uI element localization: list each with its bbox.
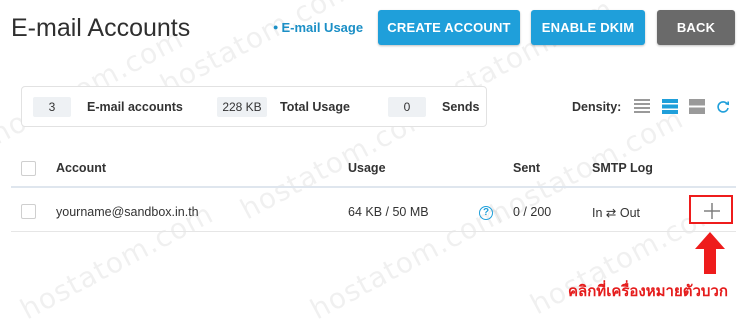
column-account[interactable]: Account [56,161,106,175]
usage-value: 228 KB [217,97,267,117]
density-compact-icon[interactable] [634,99,650,114]
up-arrow-icon [695,232,725,274]
column-smtp-log[interactable]: SMTP Log [592,161,653,175]
density-normal-icon[interactable] [662,99,678,114]
stats-summary: 3 E-mail accounts 228 KB Total Usage 0 S… [21,86,487,127]
table-row: yourname@sandbox.in.th 64 KB / 50 MB ? 0… [11,190,736,232]
table-header: Account Usage Sent SMTP Log [11,150,736,188]
sends-value: 0 [388,97,426,117]
accounts-count: 3 [33,97,71,117]
enable-dkim-button[interactable]: ENABLE DKIM [531,10,645,45]
row-checkbox[interactable] [21,204,36,219]
expand-plus-button[interactable] [689,195,733,224]
column-sent[interactable]: Sent [513,161,540,175]
email-usage-label: E-mail Usage [281,20,364,35]
density-label: Density: [572,100,622,114]
back-button[interactable]: BACK [657,10,735,45]
bullet-icon: ● [273,22,279,32]
email-usage-link[interactable]: ● E-mail Usage [273,20,363,35]
account-email[interactable]: yourname@sandbox.in.th [56,205,199,219]
create-account-button[interactable]: CREATE ACCOUNT [378,10,520,45]
refresh-icon[interactable] [716,100,730,114]
help-icon[interactable]: ? [479,206,493,220]
sends-label: Sends [442,100,480,114]
account-sent: 0 / 200 [513,205,552,219]
annotation-text: คลิกที่เครื่องหมายตัวบวก [568,282,728,300]
page-title: E-mail Accounts [11,14,191,42]
column-usage[interactable]: Usage [348,161,386,175]
usage-label: Total Usage [280,100,350,114]
select-all-checkbox[interactable] [21,161,36,176]
accounts-label: E-mail accounts [87,100,183,114]
account-usage: 64 KB / 50 MB [348,205,429,219]
density-comfortable-icon[interactable] [689,99,705,114]
smtp-log-link[interactable]: In ⇄ Out [592,205,640,220]
plus-icon [704,203,720,219]
